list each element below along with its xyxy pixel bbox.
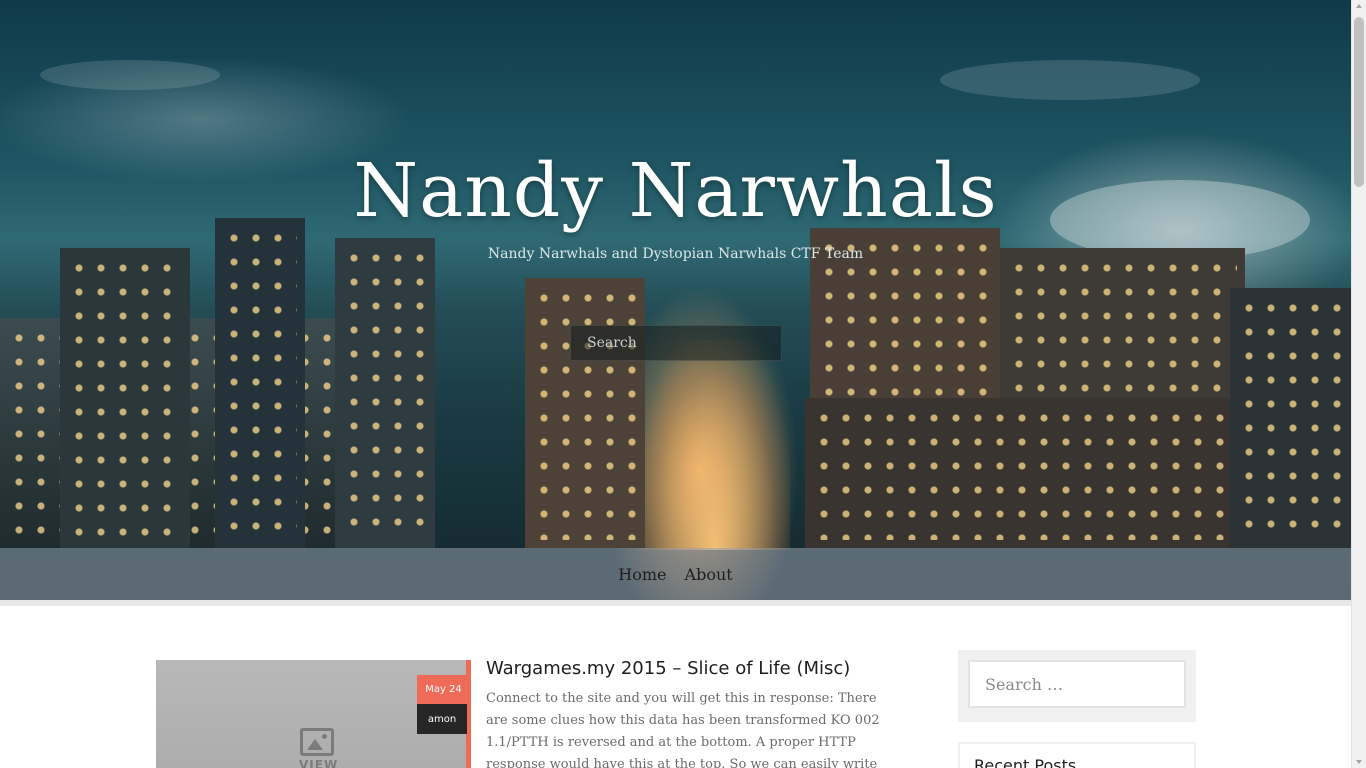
image-placeholder-icon <box>300 728 334 756</box>
recent-posts-heading: Recent Posts <box>974 756 1077 768</box>
thumbnail-view-label: VIEW <box>299 758 339 768</box>
building <box>60 248 190 548</box>
building <box>335 238 435 548</box>
post-date-badge: May 24 <box>417 675 470 704</box>
scroll-down-arrow-icon[interactable] <box>1356 760 1362 764</box>
post-title-link[interactable]: Wargames.my 2015 – Slice of Life (Misc) <box>486 658 906 679</box>
scroll-up-arrow-icon[interactable] <box>1356 4 1362 8</box>
sidebar-search-input[interactable] <box>968 660 1186 708</box>
post-excerpt: Connect to the site and you will get thi… <box>486 691 880 768</box>
header-divider <box>0 600 1351 606</box>
site-title[interactable]: Nandy Narwhals <box>0 148 1351 234</box>
building <box>215 218 305 548</box>
building <box>805 398 1245 548</box>
sidebar-search-widget <box>958 650 1196 722</box>
cloud <box>40 60 220 90</box>
main-navigation: Home About <box>0 548 1351 600</box>
post-author-badge[interactable]: amon <box>417 704 467 734</box>
building <box>525 278 645 548</box>
site-tagline: Nandy Narwhals and Dystopian Narwhals CT… <box>487 246 864 262</box>
page-scrollbar[interactable] <box>1351 0 1366 768</box>
nav-about-link[interactable]: About <box>685 565 733 584</box>
cloud <box>940 60 1200 100</box>
building <box>1230 288 1351 548</box>
street-lights-glow <box>640 340 790 550</box>
header-search-input[interactable] <box>570 325 782 361</box>
nav-home-link[interactable]: Home <box>618 565 666 584</box>
scrollbar-thumb[interactable] <box>1354 17 1364 187</box>
recent-posts-widget: Recent Posts <box>958 742 1196 768</box>
header-hero: Nandy Narwhals Nandy Narwhals and Dystop… <box>0 0 1351 600</box>
